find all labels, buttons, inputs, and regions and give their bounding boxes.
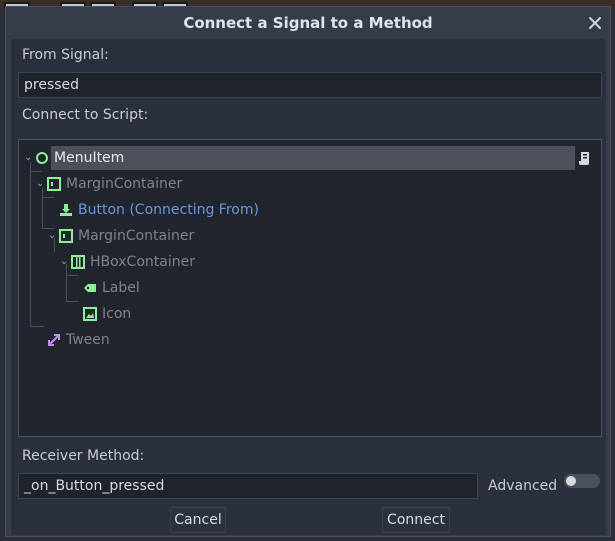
tree-item-margincontainer[interactable]: ⌄ MarginContainer	[19, 172, 575, 196]
label-node-icon	[84, 284, 96, 292]
chevron-down-icon: ⌄	[48, 230, 57, 241]
tree-item-label: MarginContainer	[66, 176, 183, 192]
tree-guide-line	[30, 326, 44, 327]
tree-item-label: Button (Connecting From)	[78, 202, 259, 218]
from-signal-label: From Signal:	[22, 47, 109, 63]
tree-item-label-node[interactable]: Label	[19, 276, 575, 300]
tree-item-button[interactable]: Button (Connecting From)	[19, 198, 575, 222]
dialog-content: From Signal: pressed Connect to Script: …	[11, 39, 606, 535]
texture-rect-icon	[83, 307, 97, 321]
tree-item-label: MarginContainer	[78, 228, 195, 244]
tree-item-hboxcontainer[interactable]: ⌄ HBoxContainer	[19, 250, 575, 274]
connect-signal-dialog: Connect a Signal to a Method From Signal…	[5, 6, 611, 537]
tween-node-icon	[48, 334, 60, 346]
cancel-button[interactable]: Cancel	[170, 507, 226, 533]
tree-item-label: Label	[102, 280, 140, 296]
chevron-down-icon: ⌄	[36, 178, 45, 189]
connect-button[interactable]: Connect	[382, 507, 450, 533]
from-signal-field[interactable]: pressed	[18, 72, 602, 98]
close-icon	[589, 17, 601, 29]
tree-item-tween[interactable]: Tween	[19, 328, 575, 352]
margin-container-icon	[47, 177, 61, 191]
dialog-titlebar: Connect a Signal to a Method	[6, 7, 610, 39]
tree-item-label: HBoxContainer	[90, 254, 195, 270]
toggle-knob	[566, 476, 576, 486]
dialog-title: Connect a Signal to a Method	[183, 14, 433, 32]
tree-item-menuitem[interactable]: ⌄ MenuItem	[19, 146, 575, 170]
tree-item-label: MenuItem	[54, 150, 125, 166]
receiver-method-field[interactable]: _on_Button_pressed	[18, 473, 478, 499]
chevron-down-icon: ⌄	[60, 256, 69, 267]
circle-node-icon	[36, 152, 48, 164]
chevron-down-icon: ⌄	[24, 152, 33, 163]
button-node-icon	[60, 204, 72, 216]
advanced-label: Advanced	[488, 478, 558, 494]
margin-container-icon	[59, 229, 73, 243]
tree-item-label: Tween	[66, 332, 110, 348]
hbox-container-icon	[71, 255, 85, 269]
tree-item-label: Icon	[102, 306, 132, 322]
scene-tree[interactable]: ⌄ MenuItem ⌄ MarginContainer Button (Con…	[18, 139, 602, 437]
connect-to-script-label: Connect to Script:	[22, 107, 149, 123]
tree-item-margincontainer[interactable]: ⌄ MarginContainer	[19, 224, 575, 248]
tree-item-icon-node[interactable]: Icon	[19, 302, 575, 326]
receiver-method-label: Receiver Method:	[22, 448, 145, 464]
selected-row-highlight	[51, 146, 575, 170]
close-button[interactable]	[585, 13, 605, 33]
script-icon[interactable]	[578, 150, 592, 166]
advanced-toggle[interactable]	[564, 474, 600, 488]
